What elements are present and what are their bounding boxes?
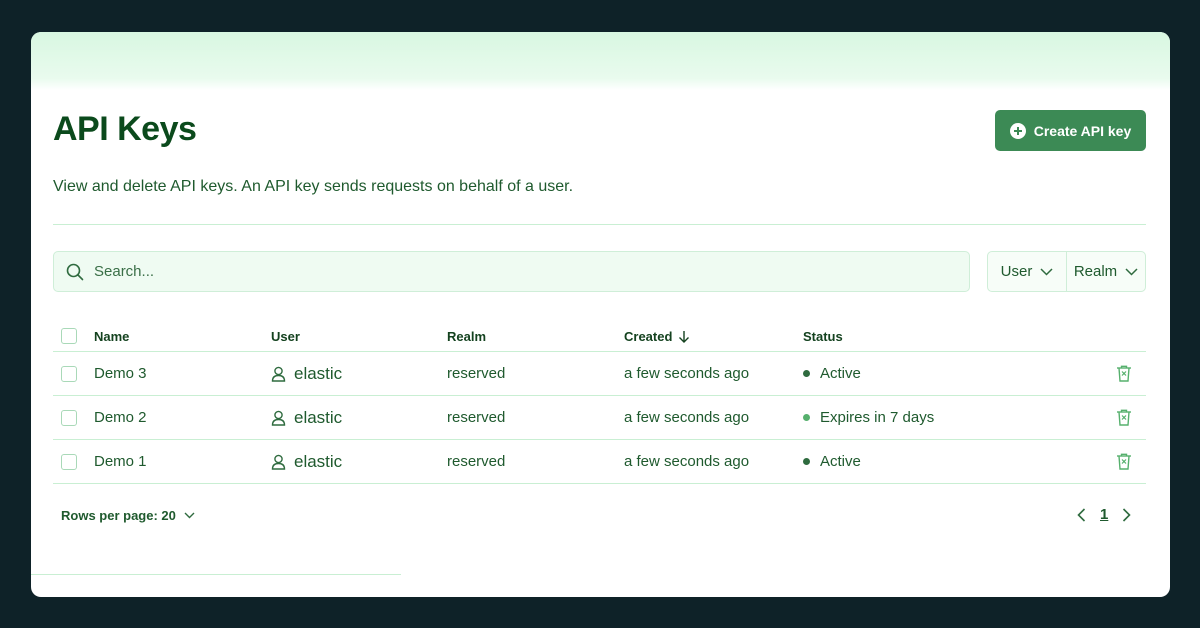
key-name[interactable]: Demo 2 — [94, 396, 147, 439]
user-name: elastic — [294, 407, 343, 427]
realm-value: reserved — [447, 453, 506, 470]
plus-circle-icon — [1009, 122, 1026, 139]
pagination: 1 — [1077, 506, 1131, 523]
user-cell: elastic — [271, 352, 342, 395]
rows-per-page-button[interactable]: Rows per page: 20 — [61, 508, 195, 523]
row-checkbox[interactable] — [61, 409, 77, 426]
search-icon — [66, 263, 84, 281]
trash-icon — [1116, 409, 1132, 426]
search-input[interactable] — [94, 263, 954, 280]
previous-page-button[interactable] — [1077, 507, 1086, 522]
header-banner — [31, 32, 1170, 90]
column-header-realm[interactable]: Realm — [447, 321, 486, 351]
page-title: API Keys — [53, 110, 197, 148]
delete-button[interactable] — [1116, 440, 1132, 483]
divider — [53, 224, 1146, 225]
page-description: View and delete API keys. An API key sen… — [53, 178, 574, 195]
divider — [31, 574, 401, 575]
created-value: a few seconds ago — [624, 453, 750, 470]
table-row: Demo 1 elastic reserved a few seconds ag… — [53, 440, 1146, 484]
chevron-down-icon — [184, 512, 195, 519]
status-cell: Active — [803, 440, 861, 483]
chevron-down-icon — [1125, 267, 1138, 276]
realm-filter-label: Realm — [1073, 263, 1118, 280]
table-row: Demo 3 elastic reserved a few seconds ag… — [53, 352, 1146, 396]
search-box — [53, 251, 970, 292]
delete-button[interactable] — [1116, 396, 1132, 439]
trash-icon — [1116, 365, 1132, 382]
column-header-user[interactable]: User — [271, 321, 300, 351]
status-cell: Expires in 7 days — [803, 396, 934, 439]
status-dot — [803, 370, 810, 377]
arrow-down-icon — [678, 330, 690, 343]
user-icon — [271, 454, 286, 470]
select-all-checkbox[interactable] — [61, 328, 77, 344]
create-api-key-button[interactable]: Create API key — [995, 110, 1146, 151]
created-value: a few seconds ago — [624, 409, 750, 426]
table-header: Name User Realm Created Status — [53, 321, 1146, 352]
user-name: elastic — [294, 451, 343, 471]
next-page-button[interactable] — [1122, 507, 1131, 522]
delete-button[interactable] — [1116, 352, 1132, 395]
realm-value: reserved — [447, 409, 506, 426]
filter-group: User Realm — [987, 251, 1146, 292]
table-row: Demo 2 elastic reserved a few seconds ag… — [53, 396, 1146, 440]
create-api-key-label: Create API key — [1033, 122, 1132, 139]
key-name[interactable]: Demo 3 — [94, 352, 147, 395]
column-header-created-label: Created — [624, 328, 673, 344]
realm-value: reserved — [447, 365, 506, 382]
realm-filter-button[interactable]: Realm — [1066, 252, 1145, 291]
rows-per-page-label: Rows per page: 20 — [61, 508, 176, 523]
column-header-created[interactable]: Created — [624, 321, 690, 351]
api-keys-panel: API Keys Create API key View and delete … — [31, 32, 1170, 597]
user-filter-label: User — [1000, 263, 1033, 280]
trash-icon — [1116, 453, 1132, 470]
column-header-status[interactable]: Status — [803, 321, 843, 351]
page-number-current[interactable]: 1 — [1100, 506, 1108, 523]
key-name[interactable]: Demo 1 — [94, 440, 147, 483]
column-header-name[interactable]: Name — [94, 321, 129, 351]
row-checkbox[interactable] — [61, 365, 77, 382]
status-dot — [803, 458, 810, 465]
user-icon — [271, 366, 286, 382]
chevron-down-icon — [1040, 267, 1053, 276]
user-cell: elastic — [271, 396, 342, 439]
status-text: Expires in 7 days — [820, 409, 935, 426]
created-value: a few seconds ago — [624, 365, 750, 382]
user-icon — [271, 410, 286, 426]
status-text: Active — [820, 453, 861, 470]
status-text: Active — [820, 365, 861, 382]
status-dot — [803, 414, 810, 421]
row-checkbox[interactable] — [61, 453, 77, 470]
user-cell: elastic — [271, 440, 342, 483]
user-filter-button[interactable]: User — [988, 252, 1066, 291]
user-name: elastic — [294, 363, 343, 383]
status-cell: Active — [803, 352, 861, 395]
